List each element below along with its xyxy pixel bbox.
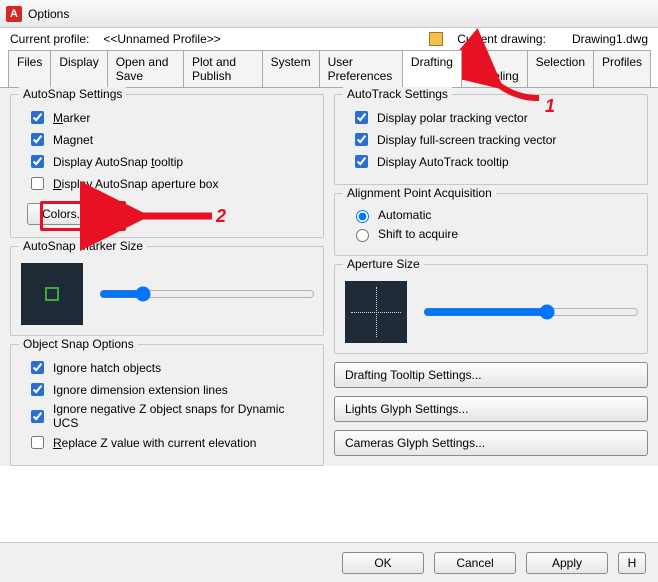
group-aperture: Aperture Size [334, 264, 648, 354]
legend-osnap: Object Snap Options [19, 337, 138, 351]
radio-shift[interactable]: Shift to acquire [351, 226, 637, 242]
window-title: Options [28, 7, 69, 21]
profile-value: <<Unnamed Profile>> [103, 32, 220, 46]
chk-magnet[interactable]: Magnet [27, 130, 313, 149]
chk-polar-vector[interactable]: Display polar tracking vector [351, 108, 637, 127]
lights-glyph-settings-button[interactable]: Lights Glyph Settings... [334, 396, 648, 422]
cameras-glyph-settings-button[interactable]: Cameras Glyph Settings... [334, 430, 648, 456]
chk-replace-z[interactable]: Replace Z value with current elevation [27, 433, 313, 452]
tab-selection[interactable]: Selection [527, 50, 594, 87]
drafting-tooltip-settings-button[interactable]: Drafting Tooltip Settings... [334, 362, 648, 388]
tab-profiles[interactable]: Profiles [593, 50, 651, 87]
group-osnap: Object Snap Options Ignore hatch objects… [10, 344, 324, 466]
tab-plot-and-publish[interactable]: Plot and Publish [183, 50, 263, 87]
marker-preview [21, 263, 83, 325]
tab-user-preferences[interactable]: User Preferences [319, 50, 403, 87]
tab-files[interactable]: Files [8, 50, 51, 87]
tab-display[interactable]: Display [50, 50, 107, 87]
chk-autosnap-tooltip[interactable]: Display AutoSnap tooltip [27, 152, 313, 171]
profile-label: Current profile: [10, 32, 89, 46]
tab-3d-modeling[interactable]: 3D Modeling [461, 50, 528, 87]
legend-alignment: Alignment Point Acquisition [343, 186, 496, 200]
help-button[interactable]: H [618, 552, 646, 574]
chk-fullscreen-vector[interactable]: Display full-screen tracking vector [351, 130, 637, 149]
chk-ignore-hatch[interactable]: Ignore hatch objects [27, 358, 313, 377]
app-icon: A [6, 6, 22, 22]
tab-drafting[interactable]: Drafting [402, 50, 462, 87]
chk-ignore-negz[interactable]: Ignore negative Z object snaps for Dynam… [27, 402, 313, 430]
chk-aperture-box[interactable]: Display AutoSnap aperture box [27, 174, 313, 193]
ok-button[interactable]: OK [342, 552, 424, 574]
drawing-icon [429, 32, 443, 46]
dialog-buttons: OK Cancel Apply H [0, 542, 658, 582]
drawing-value: Drawing1.dwg [572, 32, 648, 46]
group-autosnap: AutoSnap Settings Marker Magnet Display … [10, 94, 324, 238]
legend-marker-size: AutoSnap Marker Size [19, 239, 147, 253]
drawing-label: Current drawing: [457, 32, 546, 46]
tab-bar: FilesDisplayOpen and SavePlot and Publis… [0, 50, 658, 88]
legend-aperture: Aperture Size [343, 257, 424, 271]
legend-autosnap: AutoSnap Settings [19, 87, 126, 101]
tab-system[interactable]: System [262, 50, 320, 87]
marker-size-slider[interactable] [97, 284, 313, 305]
legend-autotrack: AutoTrack Settings [343, 87, 452, 101]
tab-open-and-save[interactable]: Open and Save [107, 50, 184, 87]
chk-autotrack-tooltip[interactable]: Display AutoTrack tooltip [351, 152, 637, 171]
group-alignment: Alignment Point Acquisition Automatic Sh… [334, 193, 648, 256]
group-marker-size: AutoSnap Marker Size [10, 246, 324, 336]
info-row: Current profile: <<Unnamed Profile>> Cur… [0, 28, 658, 48]
cancel-button[interactable]: Cancel [434, 552, 516, 574]
group-autotrack: AutoTrack Settings Display polar trackin… [334, 94, 648, 185]
chk-ignore-dimext[interactable]: Ignore dimension extension lines [27, 380, 313, 399]
radio-automatic[interactable]: Automatic [351, 207, 637, 223]
colors-button[interactable]: Colors... [27, 203, 102, 225]
aperture-size-slider[interactable] [421, 302, 637, 323]
chk-marker[interactable]: Marker [27, 108, 313, 127]
aperture-preview [345, 281, 407, 343]
apply-button[interactable]: Apply [526, 552, 608, 574]
titlebar: A Options [0, 0, 658, 28]
